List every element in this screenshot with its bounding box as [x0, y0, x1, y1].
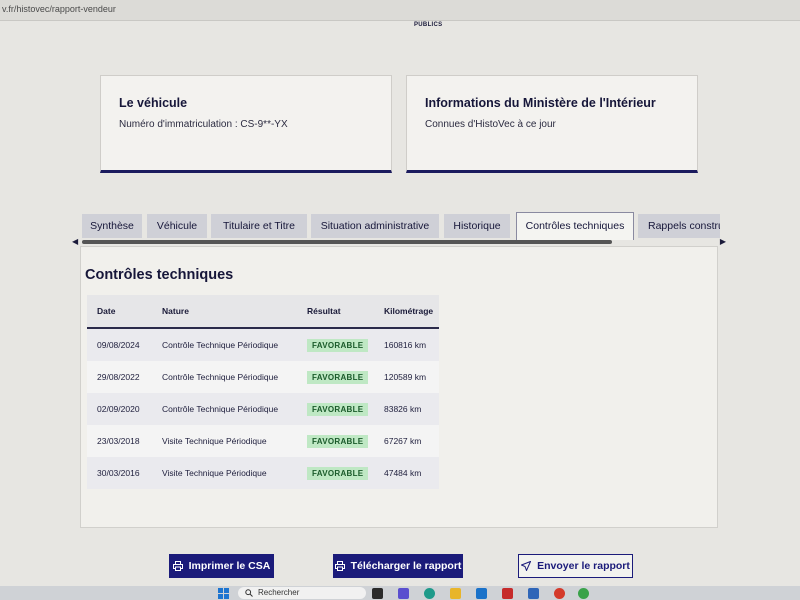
tab-titulaire[interactable]: Titulaire et Titre: [211, 214, 307, 238]
printer-icon: [172, 561, 183, 571]
tab-situation-administrative[interactable]: Situation administrative: [311, 214, 439, 238]
gov-logo: PUBLICS: [414, 22, 442, 28]
tab-bar: Synthèse Véhicule Titulaire et Titre Sit…: [80, 212, 720, 240]
send-report-button[interactable]: Envoyer le rapport: [518, 554, 633, 578]
tab-rappels-constructeur[interactable]: Rappels constructeur: [638, 214, 720, 238]
row-date: 09/08/2024: [87, 328, 152, 361]
col-kilometrage: Kilométrage: [374, 295, 439, 329]
col-date: Date: [87, 295, 152, 329]
taskbar-app-icon[interactable]: [476, 588, 487, 599]
tab-vehicule[interactable]: Véhicule: [147, 214, 207, 238]
scroll-right-icon[interactable]: ▶: [720, 238, 726, 246]
taskbar-app-icon[interactable]: [502, 588, 513, 599]
table-row: 30/03/2016 Visite Technique Périodique F…: [87, 457, 439, 489]
taskbar-app-icon[interactable]: [578, 588, 589, 599]
row-km: 67267 km: [374, 425, 439, 457]
row-date: 30/03/2016: [87, 457, 152, 489]
taskbar-app-icon[interactable]: [372, 588, 383, 599]
download-report-button[interactable]: Télécharger le rapport: [333, 554, 463, 578]
table-row: 09/08/2024 Contrôle Technique Périodique…: [87, 328, 439, 361]
send-report-label: Envoyer le rapport: [537, 560, 630, 572]
scroll-thumb[interactable]: [82, 240, 612, 244]
row-nature: Visite Technique Périodique: [152, 457, 297, 489]
taskbar-app-icon[interactable]: [554, 588, 565, 599]
vehicle-card-title: Le véhicule: [119, 96, 188, 110]
row-date: 02/09/2020: [87, 393, 152, 425]
controles-panel: Contrôles techniques Date Nature Résulta…: [80, 246, 718, 528]
search-placeholder: Rechercher: [258, 588, 300, 597]
print-csa-button[interactable]: Imprimer le CSA: [169, 554, 274, 578]
print-csa-label: Imprimer le CSA: [188, 560, 271, 572]
tab-historique[interactable]: Historique: [444, 214, 510, 238]
scroll-left-icon[interactable]: ◀: [72, 238, 78, 246]
row-result: FAVORABLE: [297, 361, 374, 393]
status-badge: FAVORABLE: [307, 466, 369, 480]
tab-controles-techniques[interactable]: Contrôles techniques: [516, 212, 634, 240]
col-resultat: Résultat: [297, 295, 374, 329]
row-km: 47484 km: [374, 457, 439, 489]
row-result: FAVORABLE: [297, 393, 374, 425]
table-row: 02/09/2020 Contrôle Technique Périodique…: [87, 393, 439, 425]
taskbar-app-icon[interactable]: [398, 588, 409, 599]
magnifier-icon: [245, 589, 253, 597]
vehicle-card: Le véhicule Numéro d'immatriculation : C…: [100, 75, 392, 173]
taskbar-app-icon[interactable]: [528, 588, 539, 599]
taskbar-search[interactable]: Rechercher: [238, 587, 366, 599]
download-report-label: Télécharger le rapport: [350, 560, 462, 572]
printer-icon: [334, 561, 345, 571]
ministry-card-subtitle: Connues d'HistoVec à ce jour: [425, 119, 556, 130]
row-km: 120589 km: [374, 361, 439, 393]
table-row: 29/08/2022 Contrôle Technique Périodique…: [87, 361, 439, 393]
controles-table: Date Nature Résultat Kilométrage 09/08/2…: [87, 295, 439, 489]
table-header-row: Date Nature Résultat Kilométrage: [87, 295, 439, 329]
status-badge: FAVORABLE: [307, 338, 369, 352]
ministry-card-title: Informations du Ministère de l'Intérieur: [425, 96, 656, 110]
paper-plane-icon: [521, 561, 532, 571]
status-badge: FAVORABLE: [307, 370, 369, 384]
row-nature: Contrôle Technique Périodique: [152, 393, 297, 425]
tab-synthese[interactable]: Synthèse: [82, 214, 142, 238]
status-badge: FAVORABLE: [307, 402, 369, 416]
row-result: FAVORABLE: [297, 328, 374, 361]
row-result: FAVORABLE: [297, 425, 374, 457]
status-badge: FAVORABLE: [307, 434, 369, 448]
ministry-card: Informations du Ministère de l'Intérieur…: [406, 75, 698, 173]
row-km: 83826 km: [374, 393, 439, 425]
tab-scrollbar[interactable]: ◀ ▶: [72, 238, 726, 246]
row-nature: Contrôle Technique Périodique: [152, 328, 297, 361]
col-nature: Nature: [152, 295, 297, 329]
browser-address-bar[interactable]: v.fr/histovec/rapport-vendeur: [0, 0, 800, 21]
windows-start-icon[interactable]: [218, 588, 229, 599]
table-row: 23/03/2018 Visite Technique Périodique F…: [87, 425, 439, 457]
taskbar-app-icon[interactable]: [424, 588, 435, 599]
section-title: Contrôles techniques: [85, 267, 234, 283]
url-text[interactable]: v.fr/histovec/rapport-vendeur: [2, 4, 116, 14]
logo-text: PUBLICS: [414, 22, 443, 28]
row-date: 29/08/2022: [87, 361, 152, 393]
row-result: FAVORABLE: [297, 457, 374, 489]
row-date: 23/03/2018: [87, 425, 152, 457]
row-nature: Contrôle Technique Périodique: [152, 361, 297, 393]
taskbar-app-icon[interactable]: [450, 588, 461, 599]
os-taskbar: Rechercher: [0, 586, 800, 600]
row-nature: Visite Technique Périodique: [152, 425, 297, 457]
row-km: 160816 km: [374, 328, 439, 361]
plate-number: Numéro d'immatriculation : CS-9**-YX: [119, 119, 288, 130]
